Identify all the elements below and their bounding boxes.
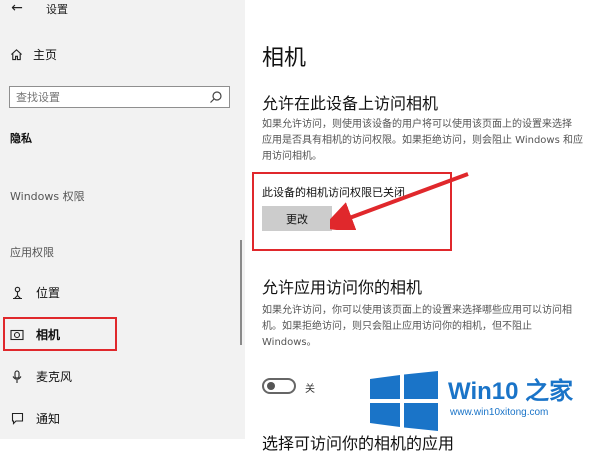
search-icon[interactable] [209,90,223,104]
back-arrow-icon: ← [11,0,23,16]
back-button[interactable]: ← [6,0,28,16]
toggle-knob [267,382,275,390]
description-line: 应用是否具有相机的访问权限。如果拒绝访问，则会阻止 Windows 和应 [262,135,583,146]
description-line: 如果允许访问，你可以使用该页面上的设置来选择哪些应用可以访问相 [262,305,572,316]
section-heading-app-access: 允许应用访问你的相机 [262,278,423,297]
section-windows-permissions: Windows 权限 [10,190,85,203]
sidebar-item-location[interactable]: 位置 [10,284,60,301]
toggle-state-label: 关 [305,384,315,395]
section-app-permissions: 应用权限 [10,246,54,259]
watermark-brand: Win10 之家 [448,378,574,405]
watermark-url: www.win10xitong.com [450,407,549,418]
description-line: Windows。 [262,337,317,348]
sidebar-item-notification[interactable]: 通知 [10,410,60,427]
search-input[interactable] [10,87,212,107]
sidebar-item-label: 麦克风 [36,370,73,384]
watermark: Win10 之家 www.win10xitong.com [368,365,600,439]
sidebar-scrollbar[interactable] [240,240,242,345]
app-access-description: 如果允许访问，你可以使用该页面上的设置来选择哪些应用可以访问相 机。如果拒绝访问… [262,303,600,351]
home-icon [11,49,22,61]
description-line: 机。如果拒绝访问，则只会阻止应用访问你的相机，但不阻止 [262,321,532,332]
page-title: 相机 [262,46,307,71]
sidebar-item-label: 通知 [36,412,61,426]
description-line: 如果允许访问，则使用该设备的用户将可以使用该页面上的设置来选择 [262,119,572,130]
section-heading-device-access: 允许在此设备上访问相机 [262,94,439,113]
description-line: 用访问相机。 [262,151,322,162]
location-icon [10,286,24,300]
sidebar-item-label: 位置 [36,286,61,300]
sidebar-item-microphone[interactable]: 麦克风 [10,368,72,385]
home-label: 主页 [33,48,58,62]
section-privacy: 隐私 [10,132,32,145]
device-access-description: 如果允许访问，则使用该设备的用户将可以使用该页面上的设置来选择 应用是否具有相机… [262,117,600,165]
sidebar-item-home[interactable]: 主页 [10,46,57,63]
sidebar: ← 设置 主页 隐私 Windows 权限 应用权限 位置 [0,0,245,439]
search-box[interactable] [9,86,230,108]
notification-icon [10,412,24,426]
microphone-icon [10,369,24,384]
window-title: 设置 [46,3,68,16]
pointer-arrow-icon [330,172,469,230]
camera-highlight-box [3,317,117,351]
windows-logo-icon [370,371,438,431]
app-camera-toggle[interactable] [262,378,296,394]
